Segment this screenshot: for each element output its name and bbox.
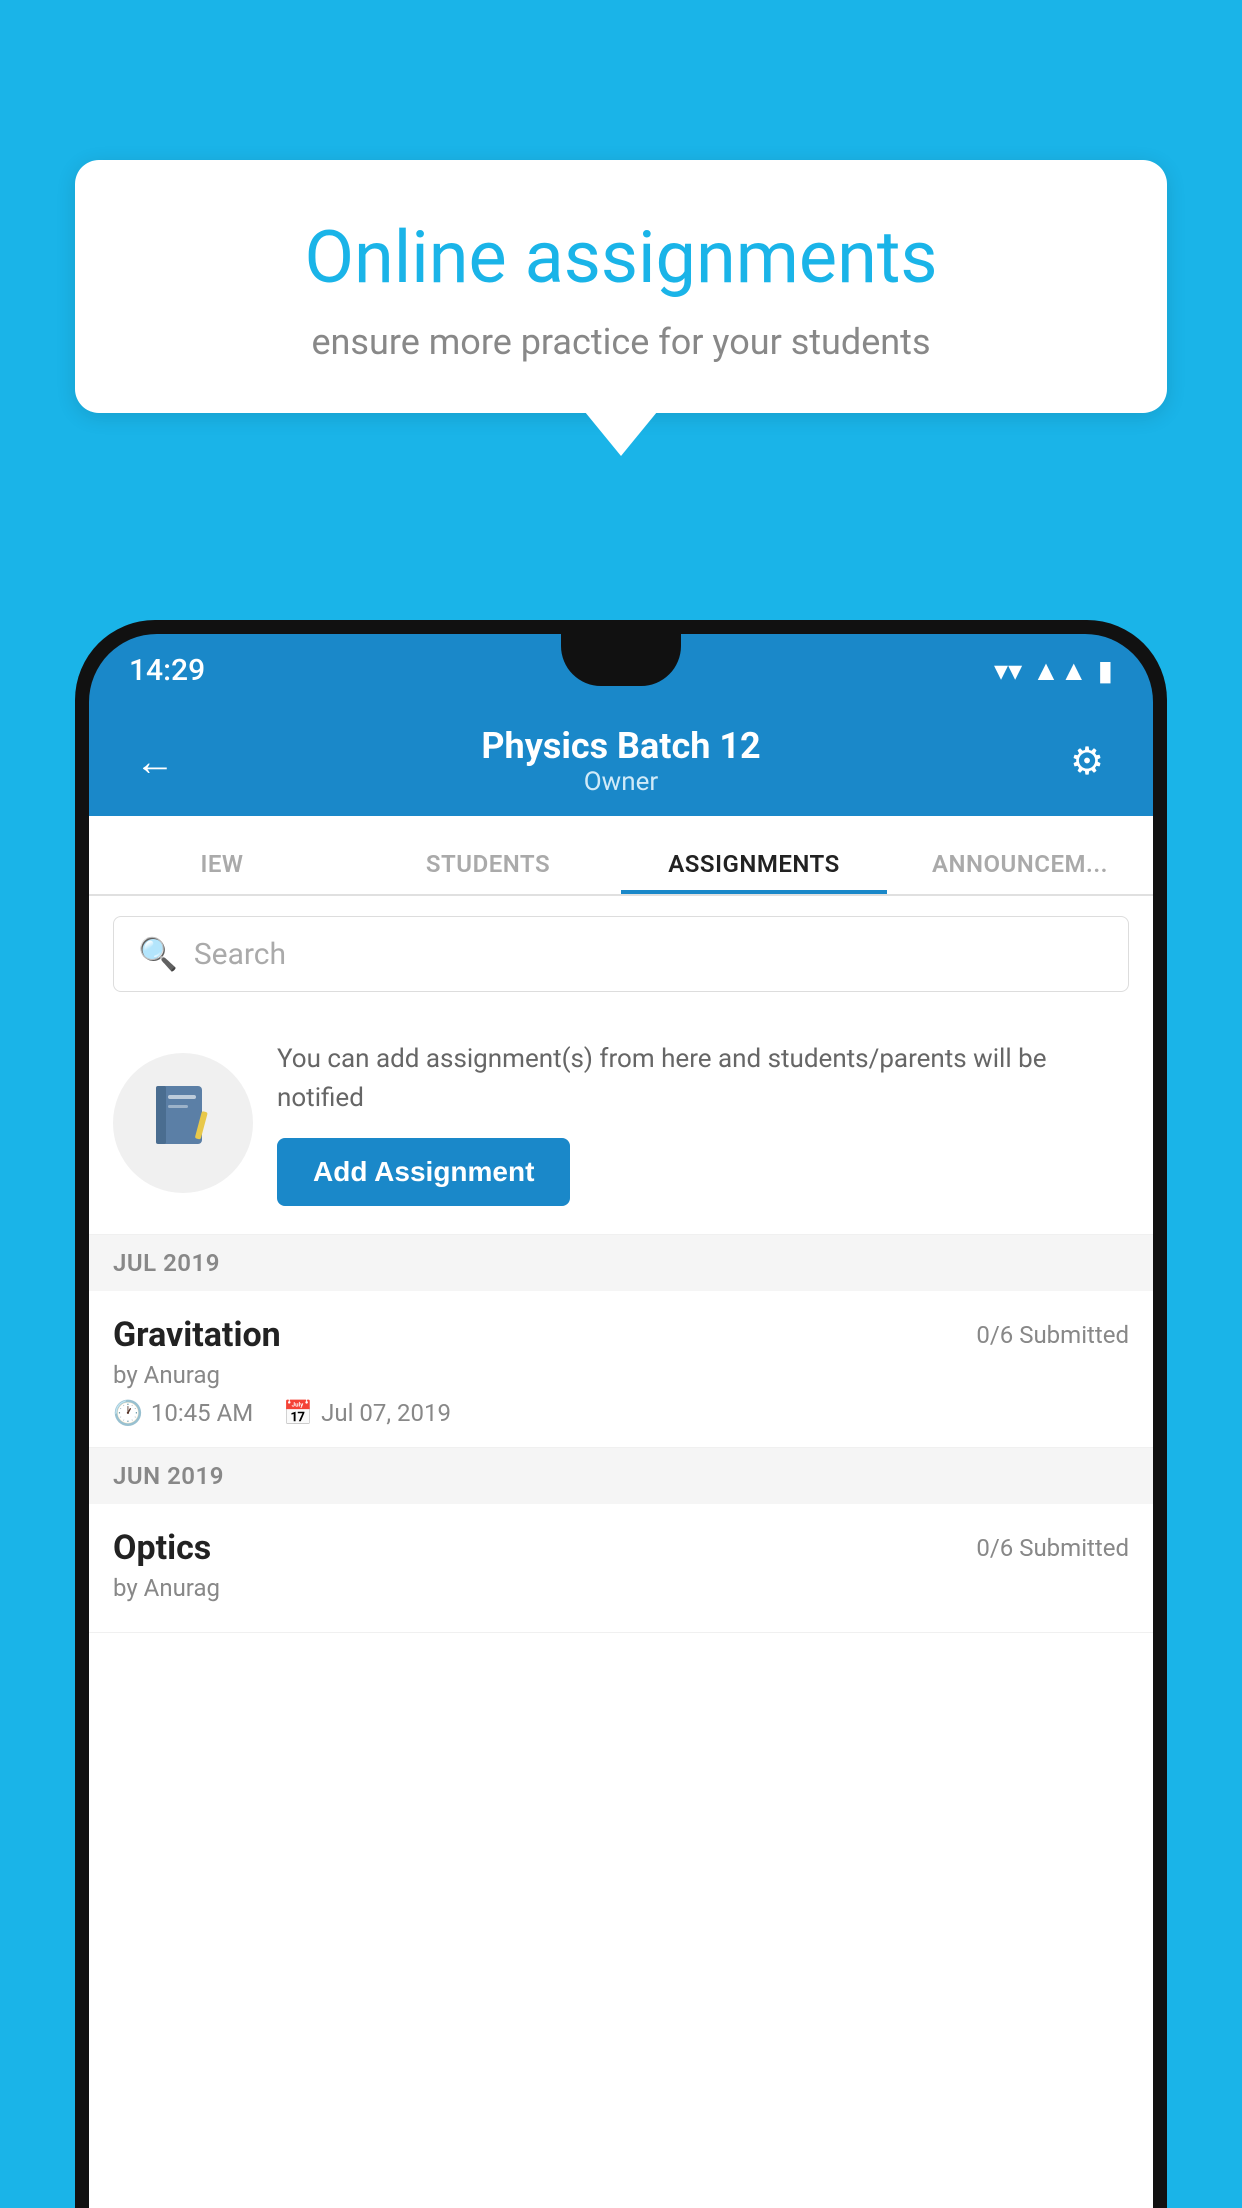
notch	[561, 634, 681, 686]
promo-text-block: You can add assignment(s) from here and …	[277, 1040, 1129, 1206]
header-title: Physics Batch 12	[185, 725, 1057, 767]
search-icon: 🔍	[138, 935, 178, 973]
assignment-item-optics[interactable]: Optics 0/6 Submitted by Anurag	[89, 1504, 1153, 1633]
section-header-jun: JUN 2019	[89, 1448, 1153, 1504]
app-header: ← Physics Batch 12 Owner ⚙	[89, 706, 1153, 816]
meta-time: 🕐 10:45 AM	[113, 1399, 253, 1427]
assignment-meta: 🕐 10:45 AM 📅 Jul 07, 2019	[113, 1399, 1129, 1427]
header-subtitle: Owner	[185, 767, 1057, 797]
search-bar[interactable]: 🔍 Search	[113, 916, 1129, 992]
tab-assignments[interactable]: ASSIGNMENTS	[621, 850, 887, 894]
assignment-name-optics: Optics	[113, 1528, 211, 1568]
battery-icon: ▮	[1098, 654, 1113, 687]
tab-announcements[interactable]: ANNOUNCEM...	[887, 850, 1153, 894]
assignment-item-gravitation[interactable]: Gravitation 0/6 Submitted by Anurag 🕐 10…	[89, 1291, 1153, 1448]
bubble-title: Online assignments	[135, 215, 1107, 301]
assignment-author-optics: by Anurag	[113, 1574, 1129, 1602]
notebook-icon	[148, 1081, 218, 1166]
assignment-row-top-optics: Optics 0/6 Submitted	[113, 1528, 1129, 1568]
speech-bubble-card: Online assignments ensure more practice …	[75, 160, 1167, 413]
tab-iew[interactable]: IEW	[89, 850, 355, 894]
meta-date: 📅 Jul 07, 2019	[283, 1399, 451, 1427]
phone-screen: 14:29 ▾▾ ▲▲ ▮ ← Physics Batch 12 Owner ⚙…	[89, 634, 1153, 2208]
phone-frame: 14:29 ▾▾ ▲▲ ▮ ← Physics Batch 12 Owner ⚙…	[75, 620, 1167, 2208]
submitted-count: 0/6 Submitted	[976, 1321, 1129, 1349]
add-assignment-button[interactable]: Add Assignment	[277, 1138, 570, 1206]
assignment-time: 10:45 AM	[151, 1399, 253, 1427]
back-button[interactable]: ←	[125, 738, 185, 785]
search-placeholder: Search	[194, 937, 286, 972]
assignment-author: by Anurag	[113, 1361, 1129, 1389]
tab-students[interactable]: STUDENTS	[355, 850, 621, 894]
status-icons: ▾▾ ▲▲ ▮	[994, 654, 1113, 687]
status-bar: 14:29 ▾▾ ▲▲ ▮	[89, 634, 1153, 706]
header-title-block: Physics Batch 12 Owner	[185, 725, 1057, 797]
promo-card: You can add assignment(s) from here and …	[89, 1012, 1153, 1235]
signal-icon: ▲▲	[1032, 654, 1087, 687]
assignment-date: Jul 07, 2019	[321, 1399, 451, 1427]
promo-icon-circle	[113, 1053, 253, 1193]
section-header-jul: JUL 2019	[89, 1235, 1153, 1291]
calendar-icon: 📅	[283, 1399, 313, 1427]
status-time: 14:29	[129, 653, 205, 688]
submitted-count-optics: 0/6 Submitted	[976, 1534, 1129, 1562]
search-bar-container: 🔍 Search	[89, 896, 1153, 1012]
screen-content: 🔍 Search	[89, 896, 1153, 2208]
wifi-icon: ▾▾	[994, 654, 1022, 687]
assignment-row-top: Gravitation 0/6 Submitted	[113, 1315, 1129, 1355]
speech-bubble-section: Online assignments ensure more practice …	[75, 160, 1167, 456]
settings-button[interactable]: ⚙	[1057, 739, 1117, 784]
speech-bubble-tail	[585, 412, 657, 456]
clock-icon: 🕐	[113, 1399, 143, 1427]
assignment-name: Gravitation	[113, 1315, 281, 1355]
tab-bar: IEW STUDENTS ASSIGNMENTS ANNOUNCEM...	[89, 816, 1153, 896]
promo-description: You can add assignment(s) from here and …	[277, 1040, 1129, 1118]
bubble-subtitle: ensure more practice for your students	[135, 321, 1107, 363]
